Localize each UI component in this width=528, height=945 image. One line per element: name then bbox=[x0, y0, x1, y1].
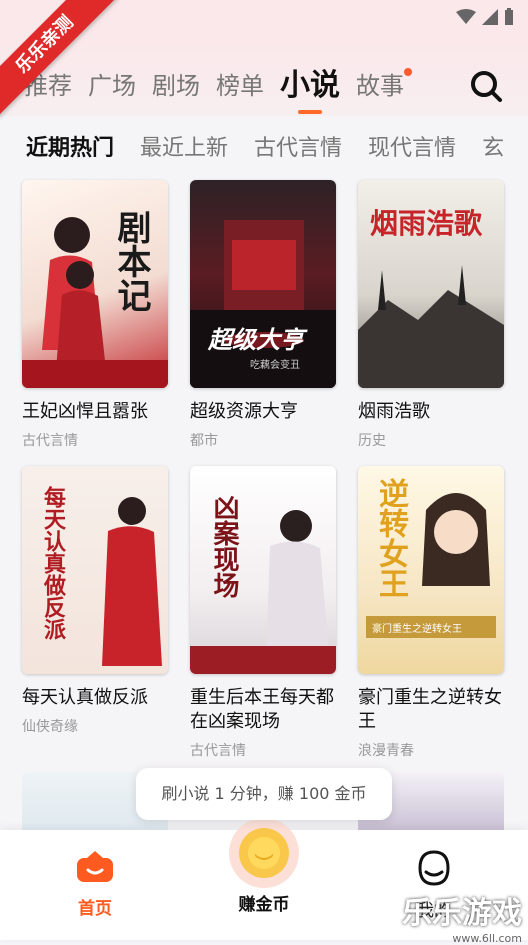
book-cover[interactable]: 超级大亨 吃藕会变丑 bbox=[190, 180, 336, 388]
watermark: 乐乐游戏 www.6ll.com bbox=[402, 888, 522, 945]
cover-title-text: 剧本记 bbox=[111, 210, 151, 312]
watermark-logo-text: 乐乐游戏 bbox=[402, 896, 522, 931]
subtab-ancient-romance[interactable]: 古代言情 bbox=[254, 130, 342, 162]
cover-author-text: 吃藕会变丑 bbox=[250, 360, 300, 371]
category-tabs: 近期热门 最近上新 古代言情 现代言情 玄 bbox=[26, 130, 504, 162]
signal-icon bbox=[482, 9, 498, 25]
book-card[interactable]: 超级大亨 吃藕会变丑 超级资源大亨 都市 bbox=[190, 180, 338, 450]
tab-square[interactable]: 广场 bbox=[88, 70, 136, 102]
book-cover[interactable]: 剧本记 bbox=[22, 180, 168, 388]
tab-ranking[interactable]: 榜单 bbox=[216, 70, 264, 102]
tab-novel[interactable]: 小说 bbox=[280, 68, 340, 114]
top-tabs: 推荐 广场 剧场 榜单 小说 故事 bbox=[24, 68, 412, 114]
subtab-new[interactable]: 最近上新 bbox=[140, 130, 228, 162]
subtab-hot[interactable]: 近期热门 bbox=[26, 130, 114, 162]
book-category: 古代言情 bbox=[190, 743, 246, 759]
nav-home[interactable]: 首页 bbox=[45, 850, 145, 919]
book-category: 历史 bbox=[358, 433, 386, 449]
tab-story[interactable]: 故事 bbox=[356, 68, 412, 102]
subtab-fantasy[interactable]: 玄 bbox=[482, 130, 504, 162]
tab-novel-label: 小说 bbox=[280, 68, 340, 103]
book-card[interactable]: 剧本记 王妃凶悍且嚣张 古代言情 bbox=[22, 180, 170, 450]
book-cover[interactable]: 凶案现场 bbox=[190, 466, 336, 674]
book-cover[interactable]: 每天认真做反派 bbox=[22, 466, 168, 674]
book-category: 浪漫青春 bbox=[358, 743, 414, 759]
book-card[interactable]: 凶案现场 重生后本王每天都在凶案现场 古代言情 bbox=[190, 466, 338, 760]
book-card[interactable]: 烟雨浩歌 烟雨浩歌 历史 bbox=[358, 180, 506, 450]
home-icon bbox=[77, 851, 113, 882]
book-category: 古代言情 bbox=[22, 433, 78, 449]
nav-home-label: 首页 bbox=[78, 899, 112, 919]
book-cover[interactable]: 烟雨浩歌 bbox=[358, 180, 504, 388]
cover-title-text: 烟雨浩歌 bbox=[370, 207, 483, 240]
search-icon[interactable] bbox=[468, 68, 504, 104]
earn-coin-button[interactable] bbox=[229, 818, 299, 888]
book-card[interactable]: 逆转女王 豪门重生之逆转女王 豪门重生之逆转女王 浪漫青春 bbox=[358, 466, 506, 760]
book-title[interactable]: 烟雨浩歌 bbox=[358, 400, 506, 424]
cover-title-text: 凶案现场 bbox=[209, 494, 239, 598]
profile-icon bbox=[418, 850, 450, 886]
active-tab-indicator bbox=[298, 110, 322, 114]
book-title[interactable]: 王妃凶悍且嚣张 bbox=[22, 400, 170, 424]
subtab-modern-romance[interactable]: 现代言情 bbox=[368, 130, 456, 162]
status-icons bbox=[456, 8, 514, 26]
battery-icon bbox=[505, 8, 513, 25]
nav-earn-label: 赚金币 bbox=[238, 895, 290, 915]
coin-icon bbox=[239, 828, 289, 878]
book-category: 仙侠奇缘 bbox=[22, 719, 78, 735]
cover-title-text: 逆转女王 bbox=[373, 478, 408, 598]
top-nav: 推荐 广场 剧场 榜单 小说 故事 bbox=[0, 36, 528, 116]
tab-story-label: 故事 bbox=[356, 72, 404, 100]
book-title[interactable]: 每天认真做反派 bbox=[22, 686, 170, 710]
cover-title-text: 每天认真做反派 bbox=[40, 486, 65, 640]
wifi-icon bbox=[456, 9, 476, 24]
tab-theater[interactable]: 剧场 bbox=[152, 70, 200, 102]
book-title[interactable]: 重生后本王每天都在凶案现场 bbox=[190, 686, 338, 734]
watermark-url: www.6ll.com bbox=[452, 932, 522, 945]
book-title[interactable]: 超级资源大亨 bbox=[190, 400, 338, 424]
new-dot-badge bbox=[404, 68, 412, 76]
nav-earn[interactable]: 赚金币 bbox=[214, 890, 314, 915]
book-cover[interactable]: 逆转女王 豪门重生之逆转女王 bbox=[358, 466, 504, 674]
book-category: 都市 bbox=[190, 433, 218, 449]
book-title[interactable]: 豪门重生之逆转女王 bbox=[358, 686, 506, 734]
cover-title-text: 超级大亨 bbox=[208, 326, 304, 354]
book-card[interactable]: 每天认真做反派 每天认真做反派 仙侠奇缘 bbox=[22, 466, 170, 736]
cover-subtitle-text: 豪门重生之逆转女王 bbox=[372, 624, 462, 635]
reward-toast: 刷小说 1 分钟，赚 100 金币 bbox=[136, 768, 392, 820]
